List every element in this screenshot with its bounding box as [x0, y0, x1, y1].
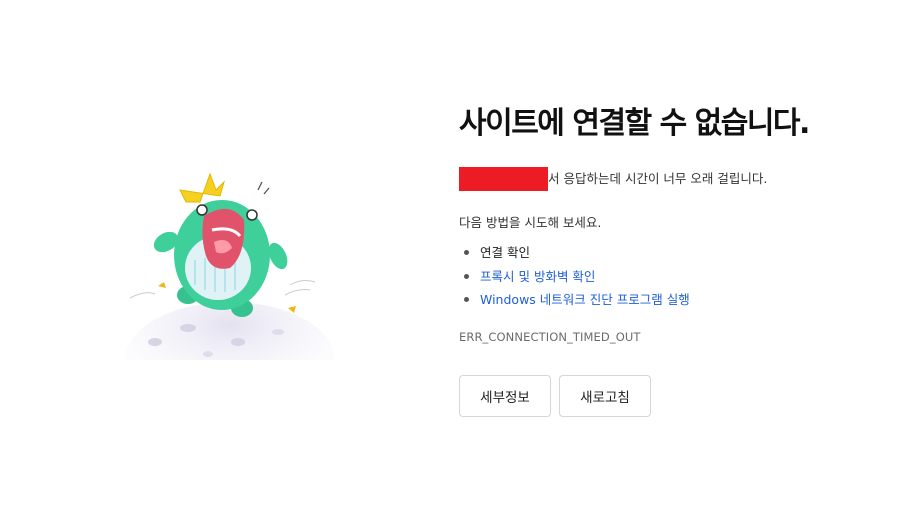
error-illustration [120, 160, 340, 418]
error-code: ERR_CONNECTION_TIMED_OUT [459, 329, 641, 344]
bullet-icon [464, 273, 469, 279]
error-content: 사이트에 연결할 수 없습니다. 서 응답하는데 시간이 너무 오래 걸립니다.… [459, 104, 889, 344]
reload-button[interactable]: 새로고침 [559, 375, 651, 417]
error-reason-text: 서 응답하는데 시간이 너무 오래 걸립니다. [548, 171, 768, 186]
suggestion-check-proxy-firewall[interactable]: 프록시 및 방화벽 확인 [459, 265, 889, 289]
suggestions-heading: 다음 방법을 시도해 보세요. [459, 215, 602, 230]
bullet-icon [464, 250, 469, 256]
suggestions-list: 연결 확인 프록시 및 방화벽 확인 Windows 네트워크 진단 프로그램 … [459, 241, 889, 312]
suggestion-label: 연결 확인 [480, 245, 530, 260]
error-title: 사이트에 연결할 수 없습니다. [459, 106, 810, 141]
suggestion-run-diagnostics[interactable]: Windows 네트워크 진단 프로그램 실행 [459, 288, 889, 312]
crying-dinosaur-mascot-icon [125, 172, 335, 418]
details-button[interactable]: 세부정보 [459, 375, 551, 417]
error-reason: 서 응답하는데 시간이 너무 오래 걸립니다. [459, 167, 889, 191]
proxy-firewall-link[interactable]: 프록시 및 방화벽 확인 [480, 265, 595, 289]
redacted-hostname [459, 167, 548, 191]
action-buttons: 세부정보 새로고침 [459, 375, 651, 417]
bullet-icon [464, 297, 469, 303]
network-diagnostics-link[interactable]: Windows 네트워크 진단 프로그램 실행 [480, 288, 690, 312]
suggestion-check-connection: 연결 확인 [459, 241, 889, 265]
